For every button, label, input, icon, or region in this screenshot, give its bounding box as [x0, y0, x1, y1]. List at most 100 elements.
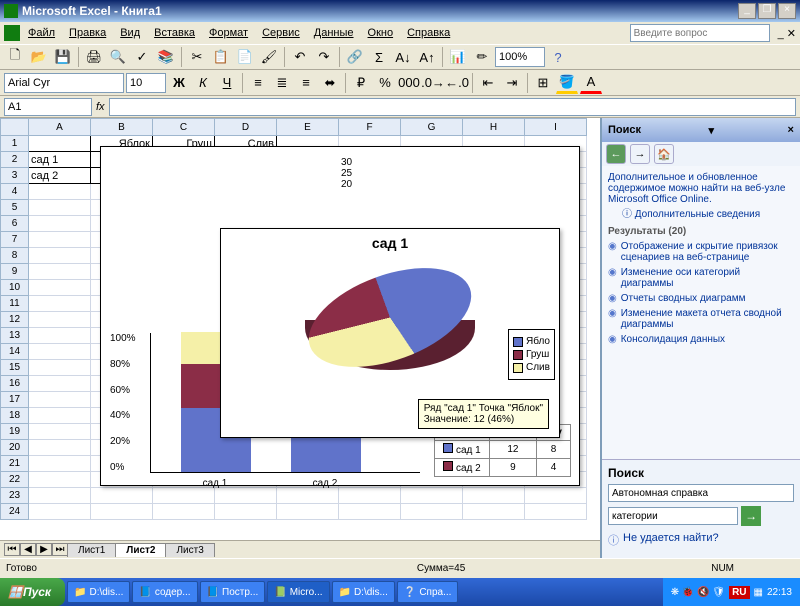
italic-button[interactable]: К: [192, 72, 214, 94]
paste-button[interactable]: 📄: [234, 46, 256, 68]
hyperlink-button[interactable]: 🔗: [344, 46, 366, 68]
restore-button[interactable]: ❐: [758, 3, 776, 19]
help-link-4[interactable]: ◉Изменение макета отчета сводной диаграм…: [608, 308, 794, 330]
menu-edit[interactable]: Правка: [63, 25, 112, 41]
redo-button[interactable]: ↷: [313, 46, 335, 68]
sheet-tab-2[interactable]: Лист2: [115, 543, 166, 557]
help-button[interactable]: ?: [547, 46, 569, 68]
zoom-select[interactable]: [495, 47, 545, 67]
align-center-button[interactable]: ≣: [271, 72, 293, 94]
search-label: Поиск: [608, 466, 794, 480]
save-button[interactable]: 💾: [52, 46, 74, 68]
help-link-2[interactable]: ◉Изменение оси категорий диаграммы: [608, 267, 794, 289]
formula-bar: fx: [0, 96, 800, 118]
menu-tools[interactable]: Сервис: [256, 25, 306, 41]
fill-color-button[interactable]: 🪣: [556, 72, 578, 94]
tab-first[interactable]: ⏮: [4, 543, 20, 556]
copy-button[interactable]: 📋: [210, 46, 232, 68]
taskpane-dropdown[interactable]: ▾: [709, 124, 715, 137]
font-select[interactable]: [4, 73, 124, 93]
promo-link[interactable]: ⓘ Дополнительные сведения: [622, 205, 794, 220]
system-tray[interactable]: ❋ 🐞 🔇 🛡 RU ▦ 22:13: [663, 578, 800, 606]
menu-file[interactable]: Файл: [22, 25, 61, 41]
menu-view[interactable]: Вид: [114, 25, 146, 41]
not-found-link[interactable]: ⓘНе удается найти?: [608, 532, 794, 548]
search-scope-select[interactable]: [608, 484, 794, 502]
sheet-tab-3[interactable]: Лист3: [165, 543, 214, 557]
open-button[interactable]: 📂: [28, 46, 50, 68]
worksheet-area[interactable]: ABCDEFGHI 1ЯблокГрушСлив 2сад 11286 3сад…: [0, 118, 600, 558]
lang-indicator[interactable]: RU: [729, 586, 749, 599]
bold-button[interactable]: Ж: [168, 72, 190, 94]
close-button[interactable]: ×: [778, 3, 796, 19]
windows-taskbar: 🪟 Пуск 📁 D:\dis... 📘 содер... 📘 Постр...…: [0, 578, 800, 606]
sheet-tab-1[interactable]: Лист1: [67, 543, 116, 557]
menu-bar: Файл Правка Вид Вставка Формат Сервис Да…: [0, 22, 800, 44]
drawing-button[interactable]: ✏: [471, 46, 493, 68]
search-input[interactable]: [608, 507, 738, 525]
menu-data[interactable]: Данные: [308, 25, 360, 41]
formatting-toolbar: Ж К Ч ≡ ≣ ≡ ⬌ ₽ % 000 .0→ ←.0 ⇤ ⇥ ⊞ 🪣 A: [0, 70, 800, 96]
sort-asc-button[interactable]: A↓: [392, 46, 414, 68]
status-sum: Сумма=45: [417, 563, 465, 574]
help-link-5[interactable]: ◉Консолидация данных: [608, 334, 794, 345]
chart-pie[interactable]: сад 1 Ябло Груш Слив Ряд "сад 1" Точка "…: [220, 228, 560, 438]
taskpane-nav: ← → 🏠: [602, 142, 800, 166]
format-painter-button[interactable]: 🖌: [258, 46, 280, 68]
menu-format[interactable]: Формат: [203, 25, 254, 41]
nav-fwd-button[interactable]: →: [630, 144, 650, 164]
align-right-button[interactable]: ≡: [295, 72, 317, 94]
search-go-button[interactable]: →: [741, 506, 761, 526]
dec-decimal-button[interactable]: ←.0: [446, 72, 468, 94]
tray-more[interactable]: ▦: [754, 587, 763, 598]
formula-input[interactable]: [109, 98, 796, 116]
currency-button[interactable]: ₽: [350, 72, 372, 94]
comma-button[interactable]: 000: [398, 72, 420, 94]
autosum-button[interactable]: Σ: [368, 46, 390, 68]
app-icon: [4, 25, 20, 41]
tab-last[interactable]: ⏭: [52, 543, 68, 556]
excel-icon: [4, 4, 18, 18]
fx-label: fx: [96, 101, 105, 113]
start-button[interactable]: 🪟 Пуск: [0, 578, 65, 606]
undo-button[interactable]: ↶: [289, 46, 311, 68]
sheet-tabs: ⏮◀▶⏭ Лист1 Лист2 Лист3: [0, 540, 600, 558]
ask-question-input[interactable]: [630, 24, 770, 42]
research-button[interactable]: 📚: [155, 46, 177, 68]
chart-tooltip: Ряд "сад 1" Точка "Яблок"Значение: 12 (4…: [418, 399, 549, 429]
menu-window[interactable]: Окно: [362, 25, 400, 41]
name-box[interactable]: [4, 98, 92, 116]
tab-prev[interactable]: ◀: [20, 543, 36, 556]
inc-decimal-button[interactable]: .0→: [422, 72, 444, 94]
preview-button[interactable]: 🔍: [107, 46, 129, 68]
pie-graphic: [295, 265, 485, 375]
spelling-button[interactable]: ✓: [131, 46, 153, 68]
dec-indent-button[interactable]: ⇤: [477, 72, 499, 94]
font-size-select[interactable]: [126, 73, 166, 93]
pie-title: сад 1: [221, 229, 559, 257]
minimize-button[interactable]: _: [738, 3, 756, 19]
underline-button[interactable]: Ч: [216, 72, 238, 94]
percent-button[interactable]: %: [374, 72, 396, 94]
sort-desc-button[interactable]: A↑: [416, 46, 438, 68]
menu-help[interactable]: Справка: [401, 25, 456, 41]
borders-button[interactable]: ⊞: [532, 72, 554, 94]
cut-button[interactable]: ✂: [186, 46, 208, 68]
help-link-1[interactable]: ◉Отображение и скрытие привязок сценарие…: [608, 241, 794, 263]
status-num: NUM: [711, 563, 734, 574]
new-button[interactable]: 🗋: [4, 46, 26, 68]
font-color-button[interactable]: A: [580, 72, 602, 94]
taskpane-close[interactable]: ×: [788, 124, 794, 136]
results-header: Результаты (20): [608, 226, 794, 237]
nav-back-button[interactable]: ←: [606, 144, 626, 164]
menu-insert[interactable]: Вставка: [148, 25, 201, 41]
align-left-button[interactable]: ≡: [247, 72, 269, 94]
chart-wizard-button[interactable]: 📊: [447, 46, 469, 68]
inc-indent-button[interactable]: ⇥: [501, 72, 523, 94]
tab-next[interactable]: ▶: [36, 543, 52, 556]
print-button[interactable]: 🖨: [83, 46, 105, 68]
tray-icons[interactable]: ❋ 🐞 🔇 🛡: [671, 587, 725, 598]
nav-home-button[interactable]: 🏠: [654, 144, 674, 164]
help-link-3[interactable]: ◉Отчеты сводных диаграмм: [608, 293, 794, 304]
merge-button[interactable]: ⬌: [319, 72, 341, 94]
